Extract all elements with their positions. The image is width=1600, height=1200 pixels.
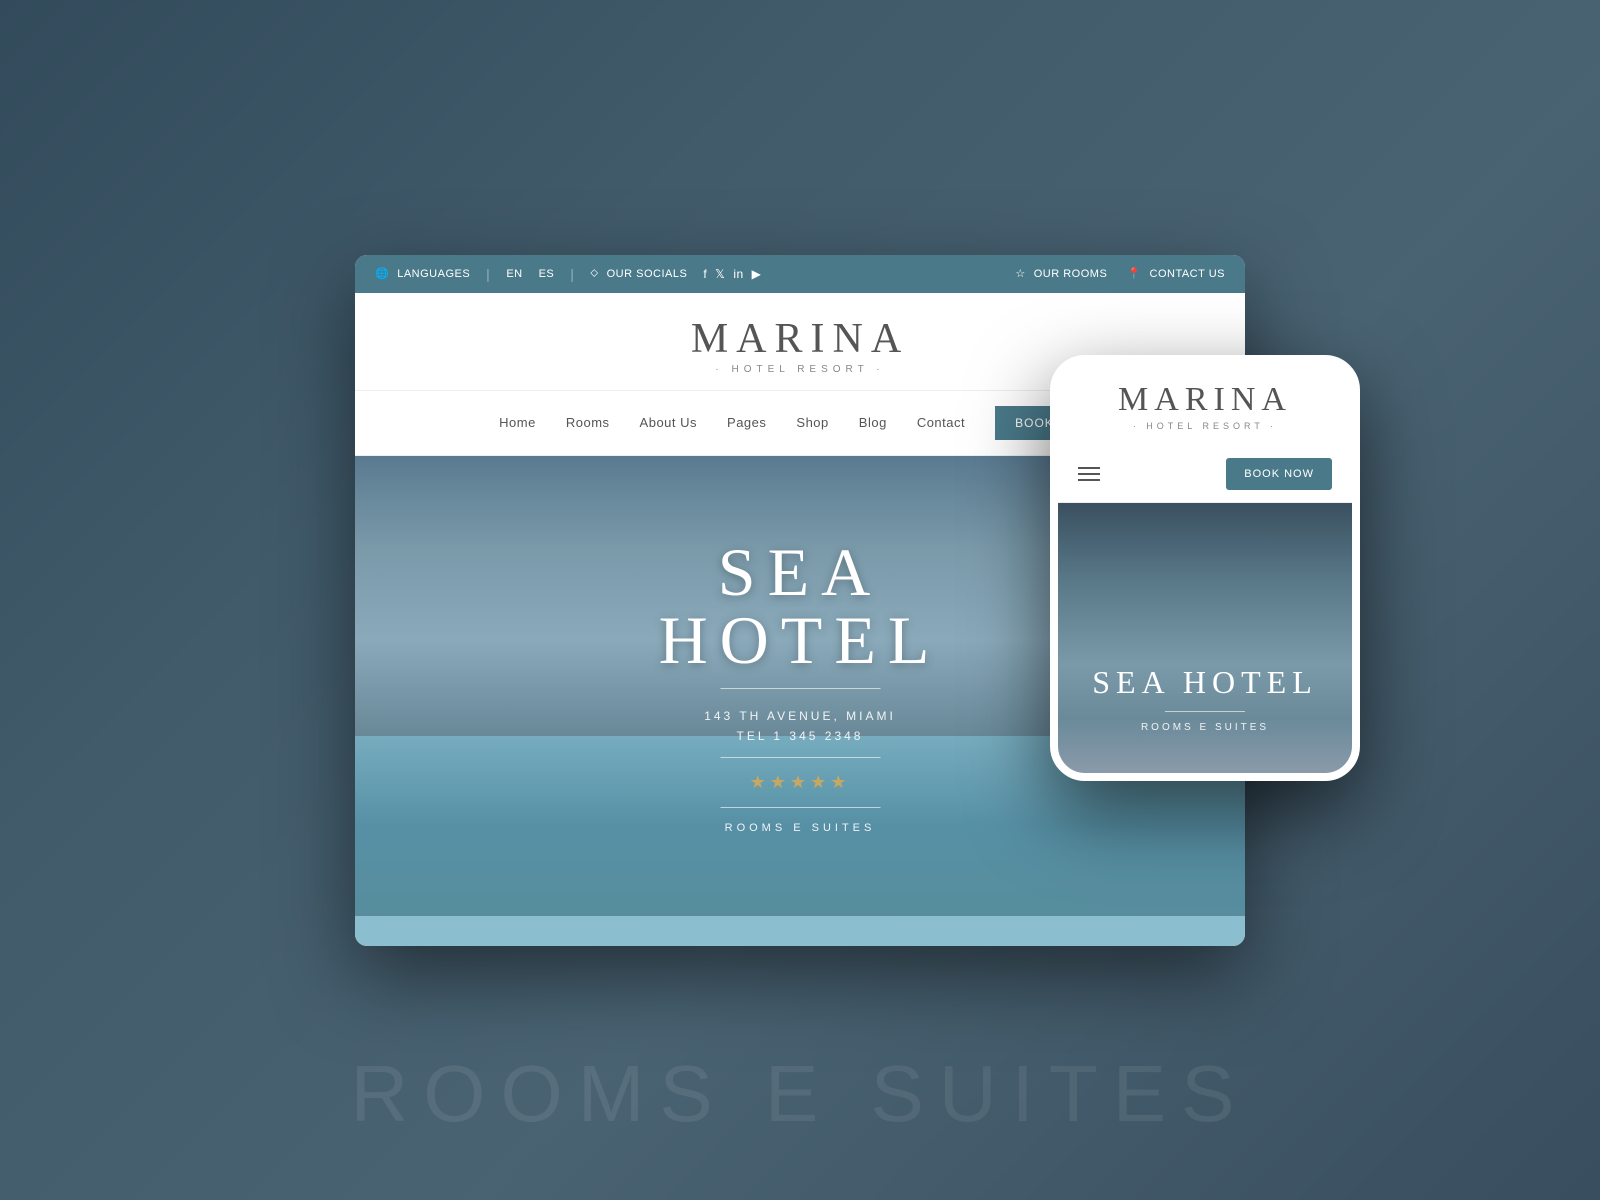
social-group: ⬦ OUR SOCIALS — [590, 267, 687, 280]
hamburger-menu[interactable] — [1078, 467, 1100, 481]
globe-icon: 🌐 — [375, 267, 389, 280]
nav-blog[interactable]: Blog — [859, 415, 887, 430]
share-icon: ⬦ — [590, 267, 598, 280]
mobile-nav: BOOK NOW — [1058, 446, 1352, 503]
hero-divider2 — [720, 757, 880, 758]
hero-divider1 — [720, 688, 880, 689]
hamburger-line1 — [1078, 467, 1100, 469]
hamburger-line3 — [1078, 479, 1100, 481]
hero-title: SEA HOTEL — [578, 538, 1023, 674]
facebook-icon[interactable]: f — [703, 267, 707, 281]
top-bar-left: 🌐 LANGUAGES | EN ES | ⬦ OUR SOCIALS f 𝕏 … — [375, 266, 761, 282]
lang-en[interactable]: EN — [506, 268, 522, 280]
hero-stars: ★★★★★ — [578, 772, 1023, 793]
main-container: 🌐 LANGUAGES | EN ES | ⬦ OUR SOCIALS f 𝕏 … — [160, 255, 1440, 946]
mobile-logo-main: MARINA — [1078, 383, 1332, 417]
twitter-icon[interactable]: 𝕏 — [715, 267, 725, 281]
hamburger-line2 — [1078, 473, 1100, 475]
mobile-hero-rooms[interactable]: ROOMS E SUITES — [1078, 722, 1332, 733]
languages-label: LANGUAGES — [397, 268, 470, 280]
contact-label: CONTACT US — [1150, 268, 1226, 280]
nav-rooms[interactable]: Rooms — [566, 415, 610, 430]
mobile-logo-sub: · HOTEL RESORT · — [1078, 421, 1332, 431]
nav-home[interactable]: Home — [499, 415, 536, 430]
footer-bar — [355, 916, 1245, 946]
mobile-hero: SEA HOTEL ROOMS E SUITES — [1058, 503, 1352, 773]
top-bar: 🌐 LANGUAGES | EN ES | ⬦ OUR SOCIALS f 𝕏 … — [355, 255, 1245, 293]
nav-about[interactable]: About Us — [640, 415, 697, 430]
divider: | — [486, 266, 490, 282]
divider2: | — [570, 266, 574, 282]
mobile-book-button[interactable]: BOOK NOW — [1226, 458, 1332, 490]
hero-address: 143 TH AVENUE, MIAMI — [578, 709, 1023, 723]
socials-label: OUR SOCIALS — [607, 268, 688, 280]
contact-group[interactable]: 📍 CONTACT US — [1127, 267, 1225, 280]
mobile-header: MARINA · HOTEL RESORT · — [1058, 363, 1352, 446]
social-icons: f 𝕏 in ▶ — [703, 267, 761, 281]
lang-es[interactable]: ES — [539, 268, 555, 280]
linkedin-icon[interactable]: in — [733, 267, 743, 281]
language-group: 🌐 LANGUAGES — [375, 267, 470, 280]
youtube-icon[interactable]: ▶ — [752, 267, 762, 281]
star-icon: ☆ — [1015, 267, 1025, 280]
hero-divider3 — [720, 807, 880, 808]
top-bar-right: ☆ OUR ROOMS 📍 CONTACT US — [1015, 267, 1225, 280]
nav-contact[interactable]: Contact — [917, 415, 965, 430]
desktop-logo-main: MARINA — [375, 318, 1225, 360]
hero-rooms-link[interactable]: ROOMS E SUITES — [578, 822, 1023, 834]
mobile-hero-title: SEA HOTEL — [1078, 664, 1332, 701]
background-text: ROOMS E SUITES — [351, 1048, 1250, 1140]
rooms-group[interactable]: ☆ OUR ROOMS — [1015, 267, 1107, 280]
hero-tel: TEL 1 345 2348 — [578, 729, 1023, 743]
nav-shop[interactable]: Shop — [796, 415, 828, 430]
pin-icon: 📍 — [1127, 267, 1141, 280]
rooms-label: OUR ROOMS — [1034, 268, 1108, 280]
nav-pages[interactable]: Pages — [727, 415, 766, 430]
mobile-hero-divider — [1165, 711, 1245, 712]
mobile-mockup: MARINA · HOTEL RESORT · BOOK NOW SEA HOT… — [1050, 355, 1360, 781]
hero-content: SEA HOTEL 143 TH AVENUE, MIAMI TEL 1 345… — [578, 538, 1023, 834]
mobile-hero-content: SEA HOTEL ROOMS E SUITES — [1058, 664, 1352, 733]
